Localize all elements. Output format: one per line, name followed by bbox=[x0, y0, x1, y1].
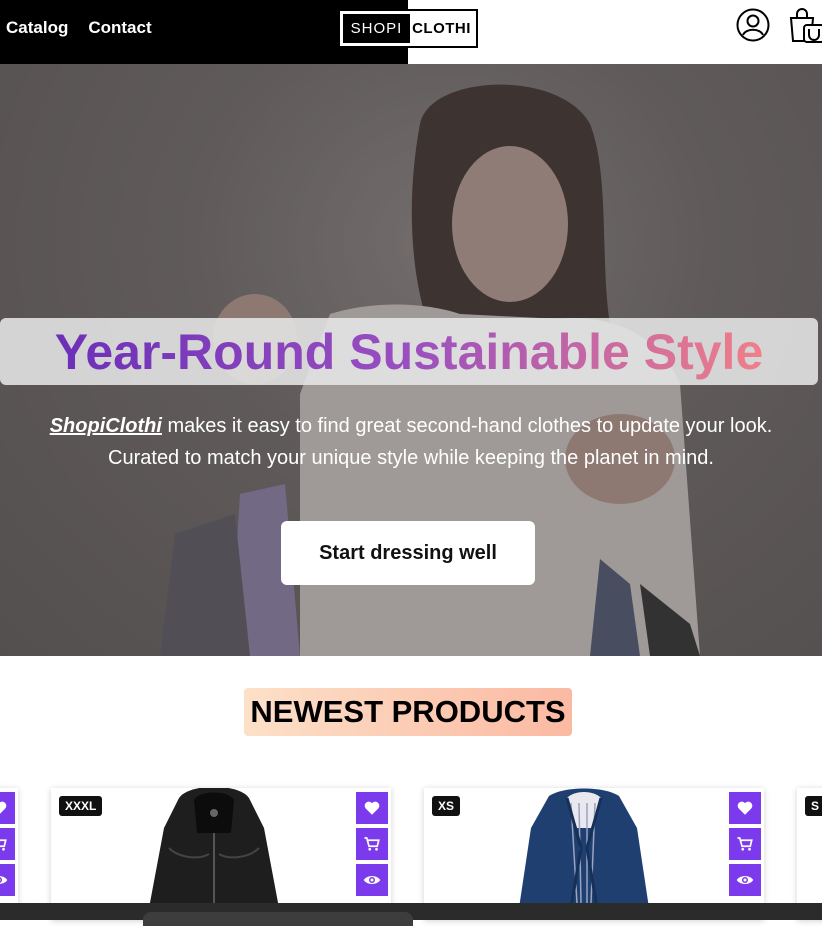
wishlist-button[interactable] bbox=[356, 792, 388, 824]
heart-icon bbox=[737, 801, 753, 815]
main-nav: Catalog Contact bbox=[6, 18, 152, 38]
quick-view-button[interactable] bbox=[356, 864, 388, 896]
cart-icon bbox=[364, 837, 380, 851]
add-to-cart-button[interactable] bbox=[729, 828, 761, 860]
quick-view-button[interactable] bbox=[729, 864, 761, 896]
product-card[interactable]: XS bbox=[424, 788, 764, 920]
size-badge: XS bbox=[432, 796, 461, 816]
start-dressing-button[interactable]: Start dressing well bbox=[281, 521, 535, 585]
nav-catalog-link[interactable]: Catalog bbox=[6, 18, 68, 38]
product-card-partial-right[interactable]: S bbox=[797, 788, 822, 920]
site-header: Catalog Contact SHOPI CLOTHI bbox=[0, 0, 822, 64]
eye-icon bbox=[0, 876, 8, 884]
wishlist-button[interactable] bbox=[0, 792, 15, 824]
eye-icon bbox=[363, 876, 381, 884]
heart-icon bbox=[364, 801, 380, 815]
hero-title-box: Year-Round Sustainable Style bbox=[0, 318, 818, 385]
eye-icon bbox=[736, 876, 754, 884]
logo-part-shopi: SHOPI bbox=[343, 14, 410, 43]
hero-description-line-1: ShopiClothi makes it easy to find great … bbox=[0, 410, 822, 442]
product-card-partial-left[interactable] bbox=[0, 788, 18, 908]
site-logo[interactable]: SHOPI CLOTHI bbox=[338, 9, 478, 48]
cart-icon bbox=[0, 839, 7, 851]
hero-description-line-1-rest: makes it easy to find great second-hand … bbox=[161, 415, 773, 437]
size-badge: S bbox=[805, 796, 822, 816]
logo-part-clothi: CLOTHI bbox=[412, 20, 471, 37]
product-image-navy-jacket bbox=[519, 788, 649, 908]
quick-view-button[interactable] bbox=[0, 864, 15, 896]
add-to-cart-button[interactable] bbox=[356, 828, 388, 860]
hero-brand-name: ShopiClothi bbox=[49, 415, 162, 437]
taskbar-search[interactable] bbox=[143, 912, 413, 926]
hero-description-line-2: Curated to match your unique style while… bbox=[108, 447, 714, 469]
cart-icon bbox=[737, 837, 753, 851]
account-icon[interactable] bbox=[736, 8, 770, 42]
shopping-bag-icon[interactable] bbox=[788, 8, 822, 44]
product-card[interactable]: XXXL bbox=[51, 788, 391, 920]
add-to-cart-button[interactable] bbox=[0, 828, 15, 860]
newest-products-heading: NEWEST PRODUCTS bbox=[244, 688, 572, 736]
nav-contact-link[interactable]: Contact bbox=[88, 18, 151, 38]
product-image-black-jacket bbox=[149, 788, 279, 908]
size-badge: XXXL bbox=[59, 796, 103, 816]
hero-banner: Year-Round Sustainable Style ShopiClothi… bbox=[0, 64, 822, 656]
hero-title: Year-Round Sustainable Style bbox=[54, 323, 764, 380]
heart-icon bbox=[0, 801, 7, 814]
hero-description: ShopiClothi makes it easy to find great … bbox=[0, 410, 822, 474]
wishlist-button[interactable] bbox=[729, 792, 761, 824]
